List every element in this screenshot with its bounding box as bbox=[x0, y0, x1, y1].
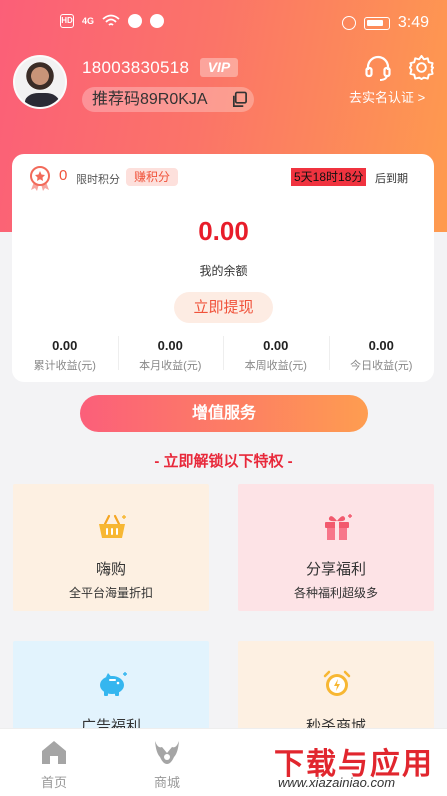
watermark: 下载与应用 www.xiazainiao.com bbox=[268, 737, 444, 795]
gear-icon[interactable] bbox=[408, 54, 435, 81]
status-bar: HD 4G 3:49 bbox=[0, 0, 447, 46]
tab-label: 首页 bbox=[40, 775, 67, 790]
balance-label: 我的余额 bbox=[199, 264, 248, 278]
referral-code-text: 推荐码89R0KJA bbox=[92, 91, 208, 108]
privilege-title: 分享福利 bbox=[305, 561, 366, 578]
privilege-subtitle: 全平台海量折扣 bbox=[68, 586, 153, 600]
watermark-url: www.xiazainiao.com bbox=[278, 775, 396, 790]
phone-number: 18003830518 bbox=[82, 58, 190, 77]
vibrate-icon bbox=[341, 16, 356, 30]
points-label: 限时积分 bbox=[76, 174, 120, 186]
avatar[interactable] bbox=[13, 55, 67, 109]
mall-icon bbox=[155, 741, 179, 764]
stat-today: 0.00 今日收益(元) bbox=[328, 332, 435, 376]
battery-icon bbox=[363, 16, 390, 30]
stat-value: 0.00 bbox=[263, 338, 289, 353]
stat-value: 0.00 bbox=[157, 338, 183, 353]
privilege-subtitle: 各种福利超级多 bbox=[293, 586, 378, 600]
privilege-tile-ads[interactable]: 广告福利 bbox=[13, 641, 209, 741]
piggy-bank-icon bbox=[100, 672, 127, 696]
clock: 3:49 bbox=[397, 14, 429, 31]
wifi-icon bbox=[102, 14, 120, 26]
realname-auth-link[interactable]: 去实名认证 > bbox=[349, 87, 425, 106]
hd-icon: HD bbox=[60, 14, 74, 28]
privilege-tile-flash-sale[interactable]: 秒杀商城 bbox=[238, 641, 434, 741]
stat-week: 0.00 本周收益(元) bbox=[223, 332, 329, 376]
message-icon bbox=[150, 14, 165, 28]
privilege-title: 嗨购 bbox=[95, 561, 126, 578]
stat-month: 0.00 本月收益(元) bbox=[117, 332, 224, 376]
stat-label: 本月收益(元) bbox=[139, 360, 202, 372]
earn-points-button[interactable]: 赚积分 bbox=[126, 168, 178, 186]
stat-label: 本周收益(元) bbox=[244, 360, 307, 372]
basket-icon bbox=[99, 514, 126, 538]
tab-label: 商城 bbox=[153, 775, 180, 790]
stat-value: 0.00 bbox=[368, 338, 394, 353]
balance-amount: 0.00 bbox=[198, 216, 249, 246]
medal-icon bbox=[30, 166, 50, 191]
home-icon bbox=[42, 741, 66, 764]
alarm-clock-icon bbox=[323, 670, 351, 696]
privilege-tile-shopping[interactable]: 嗨购 全平台海量折扣 bbox=[13, 484, 209, 611]
gift-icon bbox=[325, 514, 352, 540]
countdown-timer: 5天18时18分 bbox=[291, 168, 367, 186]
notification-icon bbox=[128, 14, 143, 28]
points-value: 0 bbox=[59, 167, 68, 184]
stat-label: 今日收益(元) bbox=[350, 360, 413, 372]
stat-value: 0.00 bbox=[52, 338, 78, 353]
tab-mall[interactable]: 商城 bbox=[137, 737, 197, 791]
referral-code[interactable]: 推荐码89R0KJA bbox=[82, 87, 254, 112]
privilege-tile-share[interactable]: 分享福利 各种福利超级多 bbox=[238, 484, 434, 611]
vip-badge: VIP bbox=[200, 58, 238, 77]
value-added-service-button[interactable]: 增值服务 bbox=[80, 395, 368, 432]
expire-label: 后到期 bbox=[375, 173, 408, 185]
stat-label: 累计收益(元) bbox=[33, 360, 96, 372]
customer-service-icon[interactable] bbox=[364, 54, 392, 82]
stat-total: 0.00 累计收益(元) bbox=[12, 332, 118, 376]
copy-icon[interactable] bbox=[231, 91, 248, 108]
withdraw-button[interactable]: 立即提现 bbox=[174, 292, 273, 323]
unlock-heading: - 立即解锁以下特权 - bbox=[154, 453, 293, 470]
tab-home[interactable]: 首页 bbox=[24, 737, 84, 791]
earnings-stats: 0.00 累计收益(元) 0.00 本月收益(元) 0.00 本周收益(元) 0… bbox=[12, 332, 434, 376]
signal-icon: 4G bbox=[82, 16, 95, 26]
